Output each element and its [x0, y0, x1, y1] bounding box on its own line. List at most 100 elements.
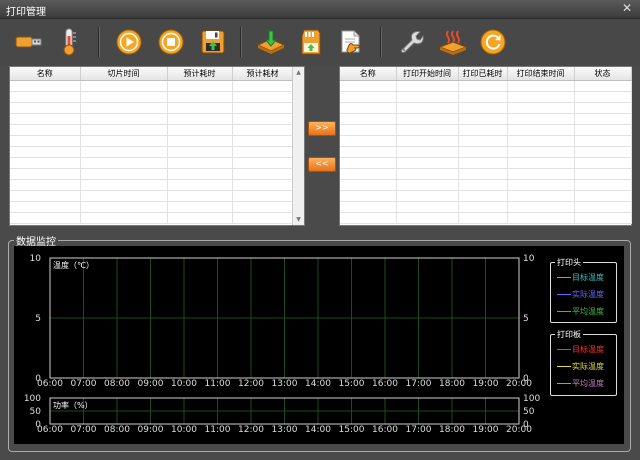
table-cell[interactable] [396, 91, 459, 103]
move-back-button[interactable]: << [308, 157, 336, 172]
table-cell[interactable] [167, 80, 233, 92]
table-row[interactable] [10, 201, 294, 213]
table-row[interactable] [340, 91, 632, 103]
refresh-button[interactable] [476, 25, 510, 59]
table-cell[interactable] [396, 212, 459, 224]
table-cell[interactable] [396, 146, 459, 158]
table-cell[interactable] [458, 212, 508, 224]
table-cell[interactable] [232, 135, 294, 147]
table-cell[interactable] [80, 179, 168, 191]
table-cell[interactable] [507, 146, 575, 158]
table-cell[interactable] [167, 124, 233, 136]
table-cell[interactable] [167, 113, 233, 125]
table-cell[interactable] [10, 113, 81, 125]
table-row[interactable] [10, 113, 294, 125]
table-cell[interactable] [574, 113, 632, 125]
table-cell[interactable] [167, 157, 233, 169]
column-header-status[interactable]: 状态 [574, 67, 632, 81]
column-header-estimated-duration[interactable]: 预计耗时 [167, 67, 233, 81]
table-cell[interactable] [232, 190, 294, 202]
table-cell[interactable] [458, 91, 508, 103]
table-cell[interactable] [507, 135, 575, 147]
table-cell[interactable] [340, 168, 397, 180]
table-cell[interactable] [507, 168, 575, 180]
table-cell[interactable] [507, 91, 575, 103]
table-cell[interactable] [167, 146, 233, 158]
table-cell[interactable] [232, 80, 294, 92]
table-cell[interactable] [396, 135, 459, 147]
save-button[interactable] [196, 25, 230, 59]
table-cell[interactable] [10, 135, 81, 147]
table-row[interactable] [340, 212, 632, 224]
table-cell[interactable] [458, 168, 508, 180]
table-cell[interactable] [340, 190, 397, 202]
table-cell[interactable] [458, 113, 508, 125]
table-row[interactable] [340, 201, 632, 213]
table-cell[interactable] [396, 179, 459, 191]
table-cell[interactable] [507, 113, 575, 125]
table-cell[interactable] [10, 179, 81, 191]
table-row[interactable] [340, 113, 632, 125]
table-cell[interactable] [340, 157, 397, 169]
table-row[interactable] [340, 157, 632, 169]
table-cell[interactable] [340, 201, 397, 213]
table-cell[interactable] [574, 212, 632, 224]
table-cell[interactable] [232, 113, 294, 125]
table-cell[interactable] [10, 168, 81, 180]
table-cell[interactable] [574, 146, 632, 158]
table-cell[interactable] [232, 179, 294, 191]
table-cell[interactable] [574, 201, 632, 213]
table-cell[interactable] [232, 201, 294, 213]
scroll-down-icon[interactable]: ▼ [293, 214, 304, 225]
table-row[interactable] [340, 190, 632, 202]
table-row[interactable] [10, 190, 294, 202]
table-cell[interactable] [167, 212, 233, 224]
table-cell[interactable] [232, 102, 294, 114]
table-cell[interactable] [396, 80, 459, 92]
sd-card-button[interactable] [294, 25, 328, 59]
table-cell[interactable] [458, 157, 508, 169]
move-to-queue-button[interactable]: >> [308, 121, 336, 136]
table-cell[interactable] [80, 135, 168, 147]
sliced-files-table[interactable]: 名称 切片时间 预计耗时 预计耗材 ▲ ▼ [9, 66, 305, 226]
table-cell[interactable] [574, 102, 632, 114]
table-cell[interactable] [574, 168, 632, 180]
table-cell[interactable] [232, 91, 294, 103]
table-row[interactable] [10, 168, 294, 180]
table-cell[interactable] [340, 179, 397, 191]
table-row[interactable] [340, 102, 632, 114]
table-cell[interactable] [10, 146, 81, 158]
table-cell[interactable] [458, 190, 508, 202]
table-cell[interactable] [167, 201, 233, 213]
table-cell[interactable] [10, 212, 81, 224]
table-cell[interactable] [458, 135, 508, 147]
table-row[interactable] [340, 80, 632, 92]
table-cell[interactable] [232, 157, 294, 169]
open-document-button[interactable] [334, 25, 368, 59]
stop-button[interactable] [154, 25, 188, 59]
table-row[interactable] [10, 124, 294, 136]
play-button[interactable] [112, 25, 146, 59]
table-cell[interactable] [458, 179, 508, 191]
close-icon[interactable]: ✕ [622, 1, 632, 15]
table-cell[interactable] [458, 102, 508, 114]
vertical-scrollbar[interactable]: ▲ ▼ [292, 67, 304, 225]
table-row[interactable] [10, 80, 294, 92]
table-row[interactable] [340, 146, 632, 158]
table-row[interactable] [10, 91, 294, 103]
table-cell[interactable] [80, 102, 168, 114]
table-cell[interactable] [396, 157, 459, 169]
table-cell[interactable] [80, 201, 168, 213]
column-header-start-time[interactable]: 打印开始时间 [396, 67, 459, 81]
table-cell[interactable] [396, 168, 459, 180]
table-cell[interactable] [458, 80, 508, 92]
table-cell[interactable] [167, 91, 233, 103]
table-cell[interactable] [340, 135, 397, 147]
table-cell[interactable] [458, 124, 508, 136]
heated-bed-button[interactable] [436, 25, 470, 59]
settings-button[interactable] [394, 25, 428, 59]
table-cell[interactable] [458, 201, 508, 213]
table-cell[interactable] [574, 190, 632, 202]
table-cell[interactable] [507, 201, 575, 213]
table-cell[interactable] [10, 190, 81, 202]
